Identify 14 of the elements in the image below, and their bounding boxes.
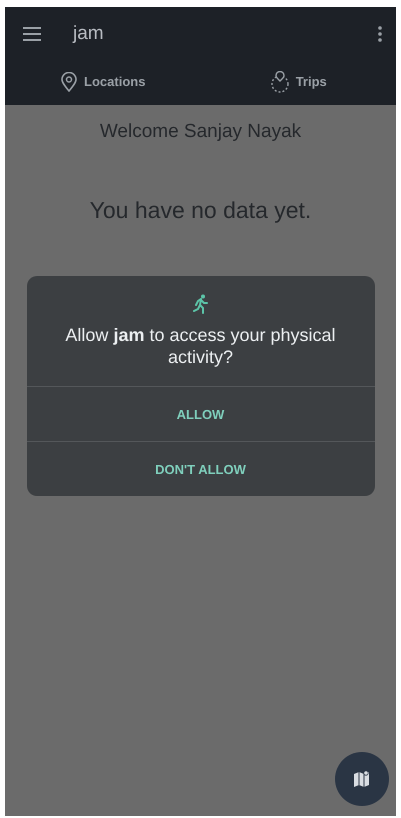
app-title: jam xyxy=(73,22,105,44)
tab[interactable]: Locations xyxy=(5,60,200,105)
dialog-message: Allow jam to access your physical activity? xyxy=(64,324,337,368)
dialog-button[interactable]: DON'T ALLOW xyxy=(26,441,374,496)
trips-icon xyxy=(270,70,290,92)
running-person-icon xyxy=(192,294,208,314)
empty-message: You have no data yet. xyxy=(90,197,312,224)
menu-icon[interactable] xyxy=(23,26,41,40)
map-icon xyxy=(352,769,372,789)
location-pin-icon xyxy=(60,72,78,92)
tab[interactable]: Trips xyxy=(200,60,396,105)
dialog-button[interactable]: ALLOW xyxy=(26,386,374,441)
more-options-icon[interactable] xyxy=(378,26,382,42)
welcome-text: Welcome Sanjay Nayak xyxy=(100,121,302,143)
